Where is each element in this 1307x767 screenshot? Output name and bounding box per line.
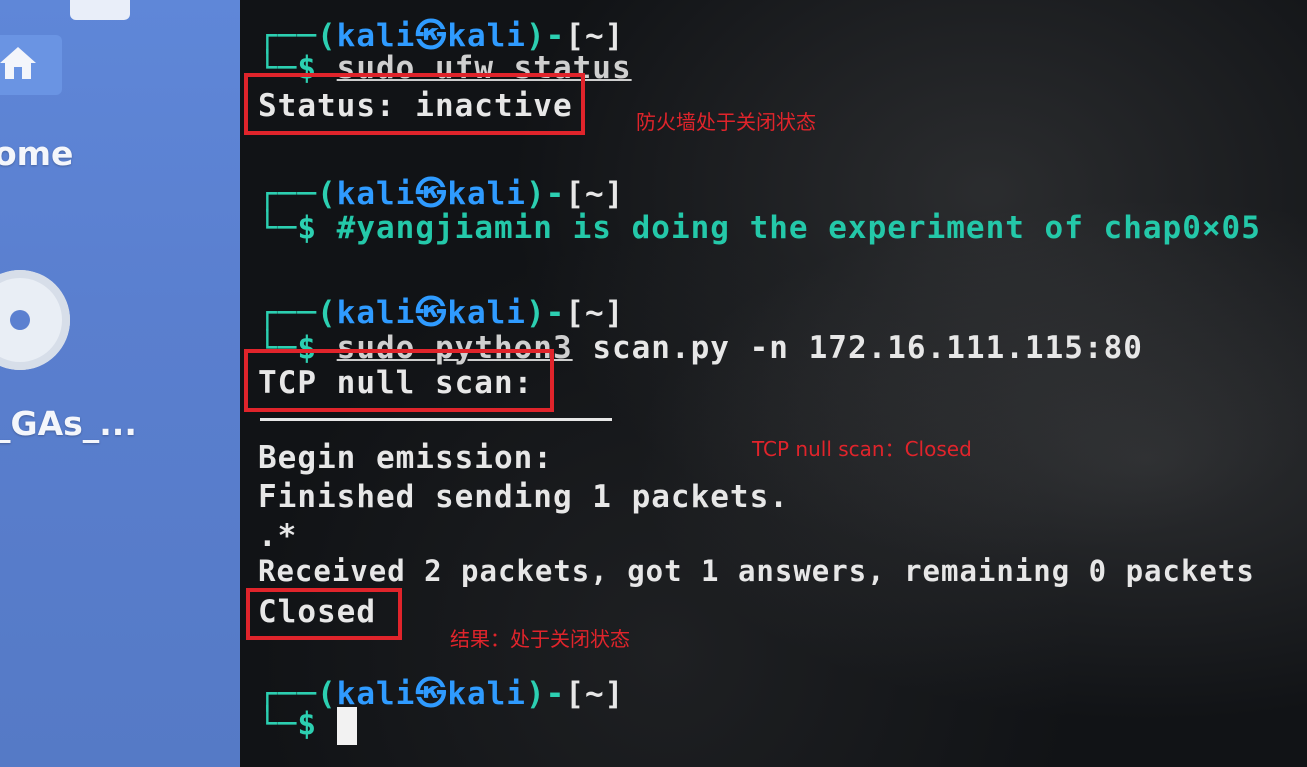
- annotation-box-status: [244, 73, 585, 135]
- prompt-line: ┌──(kali㉿kali)-[~]: [258, 295, 625, 331]
- prompt-dir: ~: [584, 676, 605, 712]
- annotation-result: 结果：处于关闭状态: [450, 627, 630, 651]
- command-line[interactable]: └─$: [258, 706, 357, 745]
- prompt-host: kali: [447, 18, 526, 54]
- annotation-box-scan: [244, 349, 554, 412]
- desktop-item-label-home[interactable]: ome: [0, 134, 73, 173]
- prompt-symbol: $: [297, 210, 317, 246]
- prompt-dir: ~: [584, 176, 605, 212]
- prompt-dir: ~: [584, 295, 605, 331]
- home-icon[interactable]: [0, 35, 62, 95]
- prompt-line: ┌──(kali㉿kali)-[~]: [258, 18, 625, 54]
- annotation-box-result: [246, 588, 402, 640]
- prompt-symbol: $: [297, 706, 317, 742]
- comment-text: #yangjiamin is doing the experiment of c…: [336, 210, 1261, 246]
- prompt-dir: ~: [584, 18, 605, 54]
- output-divider: [260, 418, 612, 421]
- disc-icon[interactable]: [0, 270, 70, 370]
- prompt-user: kali: [336, 18, 416, 54]
- prompt-host: kali: [447, 176, 526, 212]
- prompt-user: kali: [336, 295, 416, 331]
- output-received: Received 2 packets, got 1 answers, remai…: [258, 554, 1255, 588]
- prompt-line: ┌──(kali㉿kali)-[~]: [258, 176, 625, 212]
- prompt-user: kali: [336, 176, 416, 212]
- command-line: └─$ #yangjiamin is doing the experiment …: [258, 210, 1261, 246]
- text-cursor: [336, 706, 357, 745]
- command-args: scan.py -n 172.16.111.115:80: [592, 330, 1143, 366]
- annotation-firewall: 防火墙处于关闭状态: [636, 110, 816, 134]
- desktop-tile[interactable]: [70, 0, 130, 20]
- output-finished: Finished sending 1 packets.: [258, 479, 789, 515]
- output-dots: .*: [258, 518, 298, 554]
- output-begin: Begin emission:: [258, 440, 553, 476]
- desktop-panel: ome _GAs_...: [0, 0, 240, 767]
- prompt-host: kali: [447, 295, 526, 331]
- desktop-item-label-disc[interactable]: _GAs_...: [0, 404, 137, 443]
- annotation-scan: TCP null scan：Closed: [752, 437, 972, 461]
- prompt-host: kali: [447, 676, 526, 712]
